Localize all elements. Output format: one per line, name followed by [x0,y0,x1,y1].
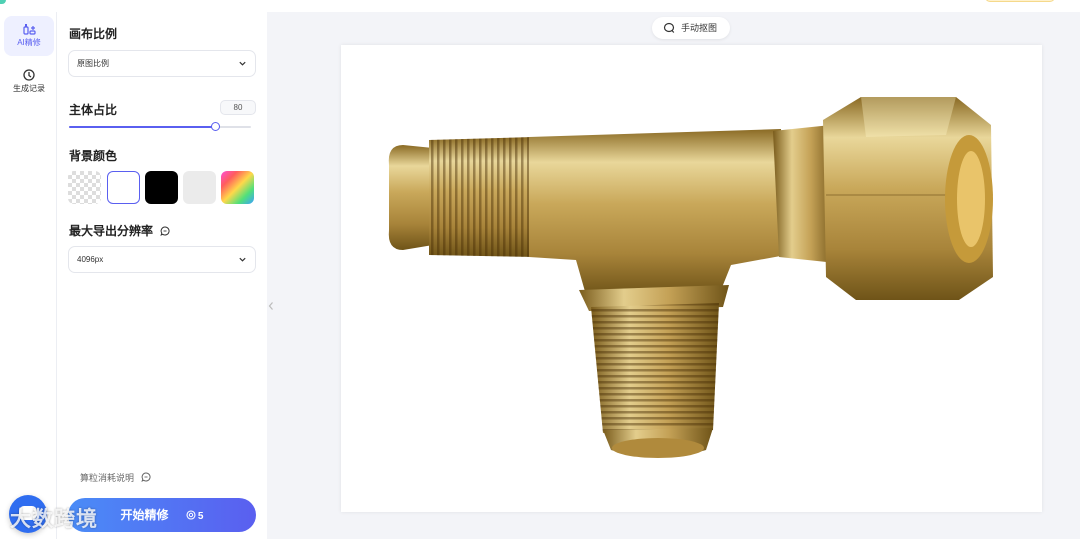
nav-item-label: AI精修 [17,38,41,47]
logo-fragment [0,0,6,4]
background-color-title: 背景颜色 [69,149,118,163]
nav-item-label: 生成记录 [13,84,45,93]
cost-value: 5 [197,511,204,522]
coin-icon [186,510,196,520]
chevron-down-icon [239,61,246,66]
help-chat-icon[interactable] [160,226,170,236]
slider-handle[interactable] [211,122,220,131]
top-bar [0,0,1080,12]
canvas-ratio-title: 画布比例 [69,27,118,41]
watermark-text: 大数跨境 [10,508,98,531]
collapse-panel-handle[interactable] [267,292,275,322]
top-badge[interactable] [985,0,1055,2]
nav-item-history[interactable]: 生成记录 [4,62,54,102]
slider-fill [69,126,215,128]
cost-note-link[interactable]: 算粒消耗说明 [80,471,151,484]
history-clock-icon [23,69,35,81]
chevron-down-icon [239,257,246,262]
swatch-light-grey[interactable] [183,171,216,204]
canvas-ratio-select[interactable]: 原图比例 [68,50,256,77]
cost-badge: 5 [186,500,204,534]
subject-ratio-value[interactable]: 80 [220,100,256,115]
cost-note-label: 算粒消耗说明 [80,473,135,483]
subject-ratio-slider[interactable] [69,122,251,131]
settings-panel: 画布比例 原图比例 主体占比 80 背景颜色 最大导出分辨率 4096px 算粒… [57,12,267,539]
max-resolution-title: 最大导出分辨率 [69,222,170,239]
swatch-white[interactable] [107,171,140,204]
manual-cutout-button[interactable]: 手动抠图 [652,17,730,39]
left-nav: AI精修 生成记录 [0,12,57,539]
chevron-left-icon [268,302,273,311]
product-image-brass-tee-fitting [388,97,993,458]
max-resolution-value: 4096px [77,255,104,264]
manual-cutout-label: 手动抠图 [681,23,718,33]
subject-ratio-title: 主体占比 [69,103,118,117]
nav-item-ai-refine[interactable]: AI精修 [4,16,54,56]
swatch-black[interactable] [145,171,178,204]
lasso-icon [663,22,675,33]
start-refine-label: 开始精修 [120,508,169,522]
swatch-custom-color[interactable] [221,171,254,204]
max-resolution-select[interactable]: 4096px [68,246,256,273]
preview-canvas[interactable] [341,45,1042,512]
max-resolution-label: 最大导出分辨率 [69,224,154,238]
ai-refine-icon [23,24,36,35]
swatch-transparent[interactable] [68,171,101,204]
canvas-ratio-value: 原图比例 [77,59,109,68]
help-chat-icon [140,472,151,482]
